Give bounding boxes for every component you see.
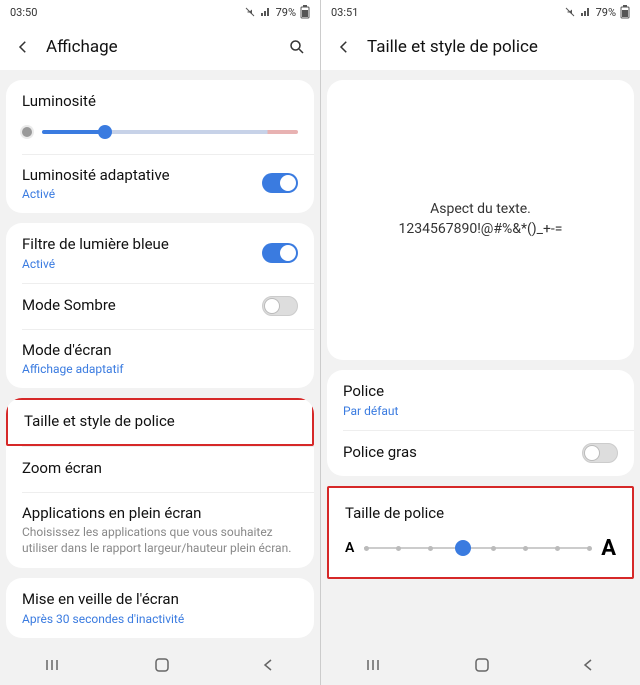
fullscreen-row[interactable]: Applications en plein écran Choisissez l… <box>6 492 314 569</box>
status-bar: 03:51 79% <box>321 0 640 24</box>
font-size-section: Taille de police A A <box>329 488 632 577</box>
font-size-title: Taille de police <box>345 504 616 522</box>
content-scroll[interactable]: Aspect du texte. 1234567890!@#%&*()_+-= … <box>321 70 640 645</box>
nav-back-icon[interactable] <box>260 657 276 673</box>
bluelight-row[interactable]: Filtre de lumière bleue Activé <box>6 223 314 283</box>
sleep-title: Mise en veille de l'écran <box>22 590 298 610</box>
content-scroll[interactable]: Luminosité Luminosité adaptative Activé <box>0 70 320 645</box>
nav-home-icon[interactable] <box>153 656 171 674</box>
sleep-sub: Après 30 secondes d'inactivité <box>22 612 298 626</box>
signal-icon <box>260 6 272 18</box>
bluelight-sub: Activé <box>22 257 262 271</box>
screenmode-sub: Affichage adaptatif <box>22 362 298 376</box>
status-right: 79% <box>244 5 310 19</box>
brightness-group: Luminosité Luminosité adaptative Activé <box>6 80 314 213</box>
font-track[interactable] <box>364 547 591 549</box>
nav-bar <box>0 645 320 685</box>
phone-right: 03:51 79% Taille et style de police Aspe… <box>320 0 640 685</box>
font-sub: Par défaut <box>343 404 618 418</box>
page-title: Affichage <box>46 37 274 57</box>
fontstyle-row[interactable]: Taille et style de police <box>6 398 314 446</box>
font-size-slider[interactable]: A A <box>345 536 616 561</box>
sleep-row[interactable]: Mise en veille de l'écran Après 30 secon… <box>6 578 314 638</box>
adaptive-toggle[interactable] <box>262 173 298 193</box>
bluelight-toggle[interactable] <box>262 243 298 263</box>
brightness-slider[interactable] <box>42 130 298 134</box>
back-icon[interactable] <box>335 38 353 56</box>
darkmode-row[interactable]: Mode Sombre <box>6 283 314 329</box>
adaptive-title: Luminosité adaptative <box>22 166 262 186</box>
preview-line2: 1234567890!@#%&*()_+-= <box>399 220 563 240</box>
font-size-group: Taille de police A A <box>327 486 634 579</box>
nav-home-icon[interactable] <box>473 656 491 674</box>
fullscreen-title: Applications en plein écran <box>22 504 298 524</box>
font-preview-card: Aspect du texte. 1234567890!@#%&*()_+-= <box>327 80 634 360</box>
brightness-row[interactable]: Luminosité <box>6 80 314 154</box>
display-group: Filtre de lumière bleue Activé Mode Somb… <box>6 223 314 388</box>
bold-title: Police gras <box>343 443 582 463</box>
battery-text: 79% <box>276 6 296 19</box>
sleep-group: Mise en veille de l'écran Après 30 secon… <box>6 578 314 638</box>
nav-recent-icon[interactable] <box>365 657 385 673</box>
bold-toggle[interactable] <box>582 443 618 463</box>
brightness-title: Luminosité <box>22 92 298 112</box>
screenmode-title: Mode d'écran <box>22 341 298 361</box>
auto-brightness-icon <box>22 127 32 137</box>
font-group: Taille et style de police Zoom écran App… <box>6 398 314 568</box>
font-row[interactable]: Police Par défaut <box>327 370 634 430</box>
adaptive-brightness-row[interactable]: Luminosité adaptative Activé <box>6 154 314 214</box>
font-large-icon: A <box>601 536 616 561</box>
darkmode-title: Mode Sombre <box>22 296 262 316</box>
status-time: 03:51 <box>331 6 358 19</box>
search-icon[interactable] <box>288 38 306 56</box>
page-header: Taille et style de police <box>321 24 640 70</box>
status-time: 03:50 <box>10 6 37 19</box>
nav-back-icon[interactable] <box>580 657 596 673</box>
page-title: Taille et style de police <box>367 37 626 57</box>
status-bar: 03:50 79% <box>0 0 320 24</box>
brightness-thumb[interactable] <box>98 125 112 139</box>
back-icon[interactable] <box>14 38 32 56</box>
fullscreen-desc: Choisissez les applications que vous sou… <box>22 525 298 556</box>
signal-icon <box>580 6 592 18</box>
nav-recent-icon[interactable] <box>44 657 64 673</box>
page-header: Affichage <box>0 24 320 70</box>
darkmode-toggle[interactable] <box>262 296 298 316</box>
nav-bar <box>321 645 640 685</box>
zoom-row[interactable]: Zoom écran <box>6 446 314 492</box>
preview-line1: Aspect du texte. <box>430 200 531 220</box>
screenmode-row[interactable]: Mode d'écran Affichage adaptatif <box>6 329 314 389</box>
font-options-group: Police Par défaut Police gras <box>327 370 634 476</box>
fontstyle-title: Taille et style de police <box>24 412 175 432</box>
bold-row[interactable]: Police gras <box>327 430 634 476</box>
mute-icon <box>564 6 576 18</box>
mute-icon <box>244 6 256 18</box>
font-small-icon: A <box>345 540 354 556</box>
battery-icon <box>300 5 310 19</box>
adaptive-sub: Activé <box>22 187 262 201</box>
battery-text: 79% <box>596 6 616 19</box>
phone-left: 03:50 79% Affichage Luminosité <box>0 0 320 685</box>
bluelight-title: Filtre de lumière bleue <box>22 235 262 255</box>
status-right: 79% <box>564 5 630 19</box>
battery-icon <box>620 5 630 19</box>
zoom-title: Zoom écran <box>22 459 102 479</box>
font-size-thumb[interactable] <box>455 540 471 556</box>
font-title: Police <box>343 382 618 402</box>
